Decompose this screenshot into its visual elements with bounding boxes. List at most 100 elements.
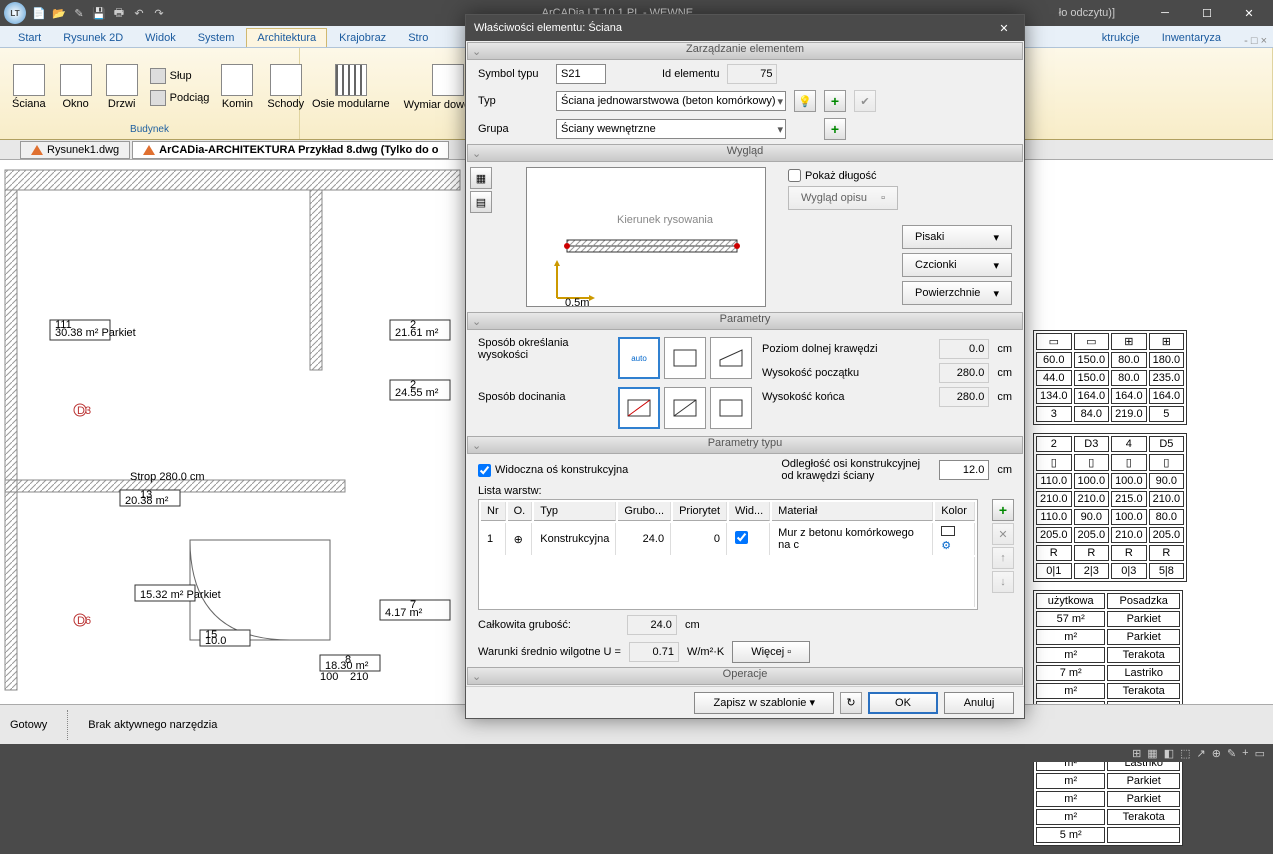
tab-system[interactable]: System [188,29,245,47]
label-wys-konca: Wysokość końca [762,391,931,403]
layer-add-button[interactable]: + [992,499,1014,521]
qat-save-icon[interactable]: 💾 [90,4,108,22]
table-row[interactable]: 1 ⊕ Konstrukcyjna 24.0 0 Mur z betonu ko… [481,523,975,555]
qat-open-icon[interactable]: 📂 [50,4,68,22]
doctab-1[interactable]: Rysunek1.dwg [20,141,130,159]
svg-text:10.0: 10.0 [205,635,226,647]
sb-icon[interactable]: ▭ [1255,747,1265,760]
preview-scale: 0.5m [565,297,589,308]
label-id-elementu: Id elementu [662,68,719,80]
tab-widok[interactable]: Widok [135,29,186,47]
dialog-close-button[interactable]: ✕ [992,18,1016,38]
checkbox-widoczna-os[interactable] [478,464,491,477]
typ-check-button[interactable]: ✔ [854,90,876,112]
input-wys-pocz [939,363,989,383]
input-odleglosc-osi[interactable] [939,460,989,480]
layer-down-button[interactable]: ↓ [992,571,1014,593]
btn-powierzchnie[interactable]: Powierzchnie▾ [902,281,1012,305]
tab-start[interactable]: Start [8,29,51,47]
svg-text:20.38 m²: 20.38 m² [125,495,169,507]
qat-redo-icon[interactable]: ↷ [150,4,168,22]
height-opt-auto[interactable]: auto [618,337,660,379]
typ-add-button[interactable]: + [824,90,846,112]
qat-print-icon[interactable]: 🖶 [110,4,128,22]
grupa-add-button[interactable]: + [824,118,846,140]
combo-grupa[interactable]: Ściany wewnętrzne▾ [556,119,786,139]
label-warunki: Warunki średnio wilgotne U = [478,646,621,658]
tab-krajobraz[interactable]: Krajobraz [329,29,396,47]
close-button[interactable]: ✕ [1229,1,1269,25]
tab-rysunek2d[interactable]: Rysunek 2D [53,29,133,47]
btn-wiecej[interactable]: Więcej ▫ [732,641,810,663]
ribbon-podciag[interactable]: Podciąg [148,88,212,108]
dialog-titlebar[interactable]: Właściwości elementu: Ściana ✕ [466,15,1024,41]
section-wyglad[interactable]: ⌄Wygląd [467,144,1023,162]
layer-delete-button[interactable]: ✕ [992,523,1014,545]
ribbon-sciana[interactable]: Ściana [8,62,50,112]
ribbon-drzwi[interactable]: Drzwi [102,62,142,112]
height-opt-rect[interactable] [664,337,706,379]
tab-inwentaryza[interactable]: Inwentaryza [1152,29,1231,47]
label-symbol-typu: Symbol typu [478,68,548,80]
sb-icon[interactable]: ⊕ [1212,747,1221,760]
input-poziom-dk[interactable] [939,339,989,359]
input-symbol-typu[interactable] [556,64,606,84]
side-btn-2[interactable]: ▤ [470,191,492,213]
doctab-2[interactable]: ArCADia-ARCHITEKTURA Przykład 8.dwg (Tyl… [132,141,449,159]
layer-up-button[interactable]: ↑ [992,547,1014,569]
combo-typ[interactable]: Ściana jednowarstwowa (beton komórkowy)▾ [556,91,786,111]
section-parametry[interactable]: ⌄Parametry [467,312,1023,330]
sb-icon[interactable]: ▦ [1147,747,1157,760]
u-unit: W/m²·K [687,646,724,658]
ribbon-slup[interactable]: Słup [148,66,212,86]
svg-text:100: 100 [320,671,338,683]
side-btn-1[interactable]: ▦ [470,167,492,189]
group-budynek-label: Budynek [8,122,291,135]
ribbon-osie[interactable]: Osie modularne [308,62,394,112]
btn-anuluj[interactable]: Anuluj [944,692,1014,714]
mdi-controls[interactable]: - □ × [1233,35,1273,47]
btn-ok[interactable]: OK [868,692,938,714]
cut-opt-3[interactable] [710,387,752,429]
row-vis-checkbox[interactable] [735,531,748,544]
tab-ktrukcje[interactable]: ktrukcje [1092,29,1150,47]
section-operacje[interactable]: ⌄Operacje [467,667,1023,685]
color-swatch[interactable] [941,526,955,536]
btn-pisaki[interactable]: Pisaki▾ [902,225,1012,249]
typ-lightbulb-icon[interactable]: 💡 [794,90,816,112]
cut-opt-1[interactable] [618,387,660,429]
layers-table[interactable]: Nr O. Typ Grubo... Priorytet Wid... Mate… [478,499,978,610]
svg-text:D6: D6 [77,615,91,627]
qat-edit-icon[interactable]: ✎ [70,4,88,22]
section-parametry-typu[interactable]: ⌄Parametry typu [467,436,1023,454]
svg-text:D3: D3 [77,405,91,417]
sb-icon[interactable]: + [1242,747,1248,759]
sb-icon[interactable]: ◧ [1164,747,1174,760]
status-tool: Brak aktywnego narzędzia [88,719,217,731]
btn-czcionki[interactable]: Czcionki▾ [902,253,1012,277]
sb-icon[interactable]: ↗ [1197,747,1206,760]
btn-zapisz-szablon[interactable]: Zapisz w szablonie ▾ [694,692,834,714]
minimize-button[interactable]: ─ [1145,1,1185,25]
qat-new-icon[interactable]: 📄 [30,4,48,22]
svg-text:30.38 m² Parkiet: 30.38 m² Parkiet [55,327,136,339]
height-opt-slope[interactable] [710,337,752,379]
qat-undo-icon[interactable]: ↶ [130,4,148,22]
section-zarzadzanie[interactable]: ⌄Zarządzanie elementem [467,42,1023,60]
btn-refresh[interactable]: ↻ [840,692,862,714]
tab-stro[interactable]: Stro [398,29,438,47]
ribbon-komin[interactable]: Komin [217,62,257,112]
sb-icon[interactable]: ⊞ [1132,747,1141,760]
maximize-button[interactable]: ☐ [1187,1,1227,25]
svg-text:21.61 m²: 21.61 m² [395,327,439,339]
sb-icon[interactable]: ✎ [1227,747,1236,760]
tab-architektura[interactable]: Architektura [246,28,327,47]
label-grupa: Grupa [478,123,548,135]
preview-label: Kierunek rysowania [617,214,714,226]
sb-icon[interactable]: ⬚ [1180,747,1190,760]
label-wys-pocz: Wysokość początku [762,367,931,379]
cut-opt-2[interactable] [664,387,706,429]
btn-wyglad-opisu[interactable]: Wygląd opisu▫ [788,186,898,210]
checkbox-pokaz-dlugosc[interactable] [788,169,801,182]
ribbon-okno[interactable]: Okno [56,62,96,112]
